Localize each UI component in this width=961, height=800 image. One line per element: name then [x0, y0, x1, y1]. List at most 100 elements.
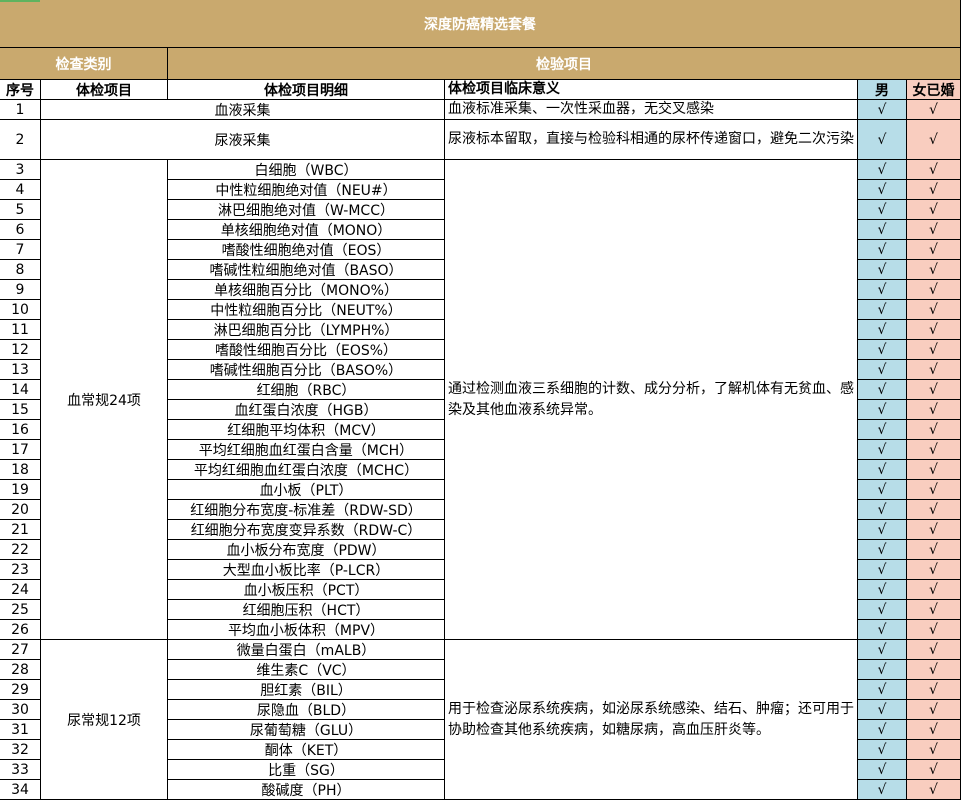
female-check[interactable]: √ [907, 240, 961, 260]
row-number[interactable]: 31 [0, 720, 41, 740]
row-number[interactable]: 7 [0, 240, 41, 260]
female-check[interactable]: √ [907, 580, 961, 600]
item-detail[interactable]: 白细胞（WBC） [168, 160, 445, 180]
female-check[interactable]: √ [907, 520, 961, 540]
female-check[interactable]: √ [907, 360, 961, 380]
item-detail[interactable]: 酮体（KET） [168, 740, 445, 760]
male-check[interactable]: √ [858, 600, 907, 620]
male-check[interactable]: √ [858, 500, 907, 520]
female-check[interactable]: √ [907, 740, 961, 760]
female-check[interactable]: √ [907, 680, 961, 700]
header-items[interactable]: 检验项目 [168, 48, 961, 80]
item-detail[interactable]: 平均红细胞血红蛋白含量（MCH） [168, 440, 445, 460]
item-detail[interactable]: 尿葡萄糖（GLU） [168, 720, 445, 740]
group-meaning[interactable]: 通过检测血液三系细胞的计数、成分分析，了解机体有无贫血、感染及其他血液系统异常。 [445, 160, 858, 640]
row-number[interactable]: 9 [0, 280, 41, 300]
item-detail[interactable]: 尿隐血（BLD） [168, 700, 445, 720]
row-number[interactable]: 30 [0, 700, 41, 720]
group-name[interactable]: 血常规24项 [41, 160, 168, 640]
item-detail[interactable]: 中性粒细胞绝对值（NEU#） [168, 180, 445, 200]
female-check[interactable]: √ [907, 420, 961, 440]
row-number[interactable]: 16 [0, 420, 41, 440]
item-detail[interactable]: 单核细胞百分比（MONO%） [168, 280, 445, 300]
row-number[interactable]: 3 [0, 160, 41, 180]
female-check[interactable]: √ [907, 760, 961, 780]
female-check[interactable]: √ [907, 600, 961, 620]
item-detail[interactable]: 嗜碱性细胞百分比（BASO%） [168, 360, 445, 380]
female-check[interactable]: √ [907, 660, 961, 680]
female-check[interactable]: √ [907, 300, 961, 320]
row-number[interactable]: 15 [0, 400, 41, 420]
female-check[interactable]: √ [907, 640, 961, 660]
row-number[interactable]: 18 [0, 460, 41, 480]
female-check[interactable]: √ [907, 440, 961, 460]
row-number[interactable]: 25 [0, 600, 41, 620]
male-check[interactable]: √ [858, 280, 907, 300]
row-number[interactable]: 29 [0, 680, 41, 700]
male-check[interactable]: √ [858, 740, 907, 760]
row-number[interactable]: 33 [0, 760, 41, 780]
row-number[interactable]: 8 [0, 260, 41, 280]
male-check[interactable]: √ [858, 780, 907, 800]
male-check[interactable]: √ [858, 360, 907, 380]
female-check[interactable]: √ [907, 260, 961, 280]
item-detail[interactable]: 嗜酸性细胞百分比（EOS%） [168, 340, 445, 360]
item-detail[interactable]: 微量白蛋白（mALB） [168, 640, 445, 660]
female-check[interactable]: √ [907, 620, 961, 640]
female-check[interactable]: √ [907, 100, 961, 120]
item-detail[interactable]: 平均血小板体积（MPV） [168, 620, 445, 640]
row-meaning[interactable]: 血液标准采集、一次性采血器，无交叉感染 [445, 100, 858, 120]
male-check[interactable]: √ [858, 460, 907, 480]
row-number[interactable]: 4 [0, 180, 41, 200]
female-check[interactable]: √ [907, 220, 961, 240]
row-number[interactable]: 17 [0, 440, 41, 460]
col-header-meaning[interactable]: 体检项目临床意义 [445, 80, 858, 100]
item-detail[interactable]: 大型血小板比率（P-LCR） [168, 560, 445, 580]
item-detail[interactable]: 酸碱度（PH） [168, 780, 445, 800]
male-check[interactable]: √ [858, 160, 907, 180]
female-check[interactable]: √ [907, 380, 961, 400]
male-check[interactable]: √ [858, 560, 907, 580]
row-number[interactable]: 26 [0, 620, 41, 640]
item-detail[interactable]: 淋巴细胞绝对值（W-MCC） [168, 200, 445, 220]
header-category[interactable]: 检查类别 [0, 48, 168, 80]
item-detail[interactable]: 中性粒细胞百分比（NEUT%） [168, 300, 445, 320]
male-check[interactable]: √ [858, 100, 907, 120]
male-check[interactable]: √ [858, 620, 907, 640]
item-detail[interactable]: 红细胞压积（HCT） [168, 600, 445, 620]
male-check[interactable]: √ [858, 700, 907, 720]
female-check[interactable]: √ [907, 700, 961, 720]
item-detail[interactable]: 单核细胞绝对值（MONO） [168, 220, 445, 240]
female-check[interactable]: √ [907, 200, 961, 220]
item-detail[interactable]: 淋巴细胞百分比（LYMPH%） [168, 320, 445, 340]
male-check[interactable]: √ [858, 660, 907, 680]
col-header-detail[interactable]: 体检项目明细 [168, 80, 445, 100]
item-detail[interactable]: 平均红细胞血红蛋白浓度（MCHC） [168, 460, 445, 480]
female-check[interactable]: √ [907, 720, 961, 740]
row-number[interactable]: 12 [0, 340, 41, 360]
row-label[interactable]: 尿液采集 [41, 120, 445, 160]
group-name[interactable]: 尿常规12项 [41, 640, 168, 800]
item-detail[interactable]: 嗜碱性粒细胞绝对值（BASO） [168, 260, 445, 280]
male-check[interactable]: √ [858, 260, 907, 280]
item-detail[interactable]: 维生素C（VC） [168, 660, 445, 680]
item-detail[interactable]: 血红蛋白浓度（HGB） [168, 400, 445, 420]
male-check[interactable]: √ [858, 240, 907, 260]
item-detail[interactable]: 比重（SG） [168, 760, 445, 780]
male-check[interactable]: √ [858, 720, 907, 740]
row-number[interactable]: 32 [0, 740, 41, 760]
row-number[interactable]: 34 [0, 780, 41, 800]
female-check[interactable]: √ [907, 120, 961, 160]
female-check[interactable]: √ [907, 180, 961, 200]
row-number[interactable]: 13 [0, 360, 41, 380]
female-check[interactable]: √ [907, 780, 961, 800]
row-number[interactable]: 22 [0, 540, 41, 560]
female-check[interactable]: √ [907, 160, 961, 180]
item-detail[interactable]: 红细胞分布宽度变异系数（RDW-C） [168, 520, 445, 540]
male-check[interactable]: √ [858, 640, 907, 660]
male-check[interactable]: √ [858, 320, 907, 340]
male-check[interactable]: √ [858, 540, 907, 560]
row-number[interactable]: 28 [0, 660, 41, 680]
female-check[interactable]: √ [907, 460, 961, 480]
male-check[interactable]: √ [858, 520, 907, 540]
